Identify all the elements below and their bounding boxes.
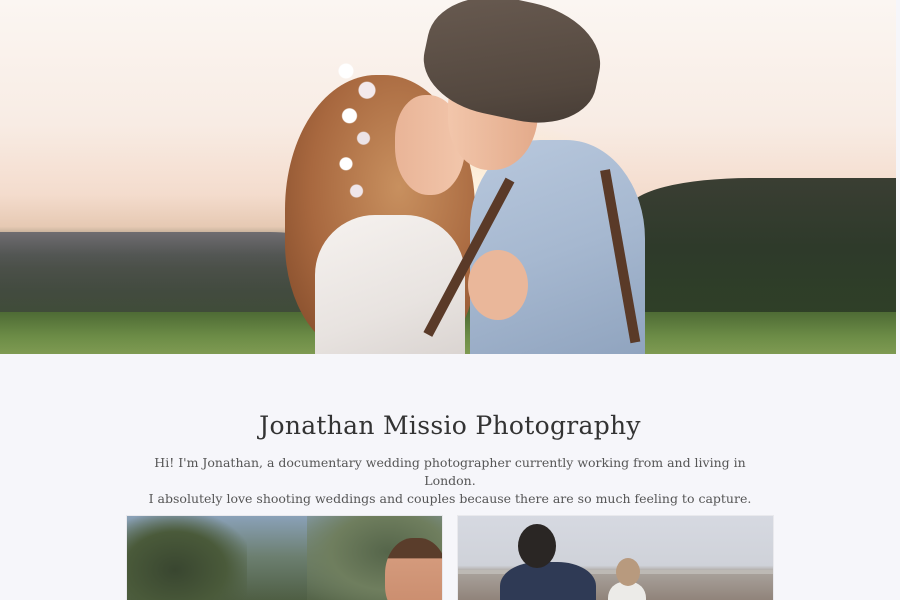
- background-hills: [0, 232, 330, 322]
- page-title: Jonathan Missio Photography: [259, 411, 641, 440]
- man-head: [518, 524, 556, 568]
- hero-image: [0, 0, 896, 354]
- gallery-item-groom-portrait[interactable]: [127, 516, 442, 600]
- intro-paragraph: Hi! I'm Jonathan, a documentary wedding …: [140, 454, 760, 508]
- gallery-item-couple-beach[interactable]: [458, 516, 773, 600]
- woman-head: [616, 558, 640, 586]
- background-trees: [630, 178, 896, 318]
- intro-line-2: I absolutely love shooting weddings and …: [148, 491, 752, 506]
- foliage: [127, 516, 247, 600]
- bride-hand: [468, 250, 528, 320]
- bride-dress: [315, 215, 465, 354]
- man-figure: [500, 562, 596, 600]
- intro-line-1: Hi! I'm Jonathan, a documentary wedding …: [154, 455, 746, 488]
- page: Jonathan Missio Photography Hi! I'm Jona…: [0, 0, 900, 600]
- flower-crown: [325, 55, 395, 215]
- groom-portrait: [385, 538, 442, 600]
- intro-section: Jonathan Missio Photography Hi! I'm Jona…: [0, 354, 900, 508]
